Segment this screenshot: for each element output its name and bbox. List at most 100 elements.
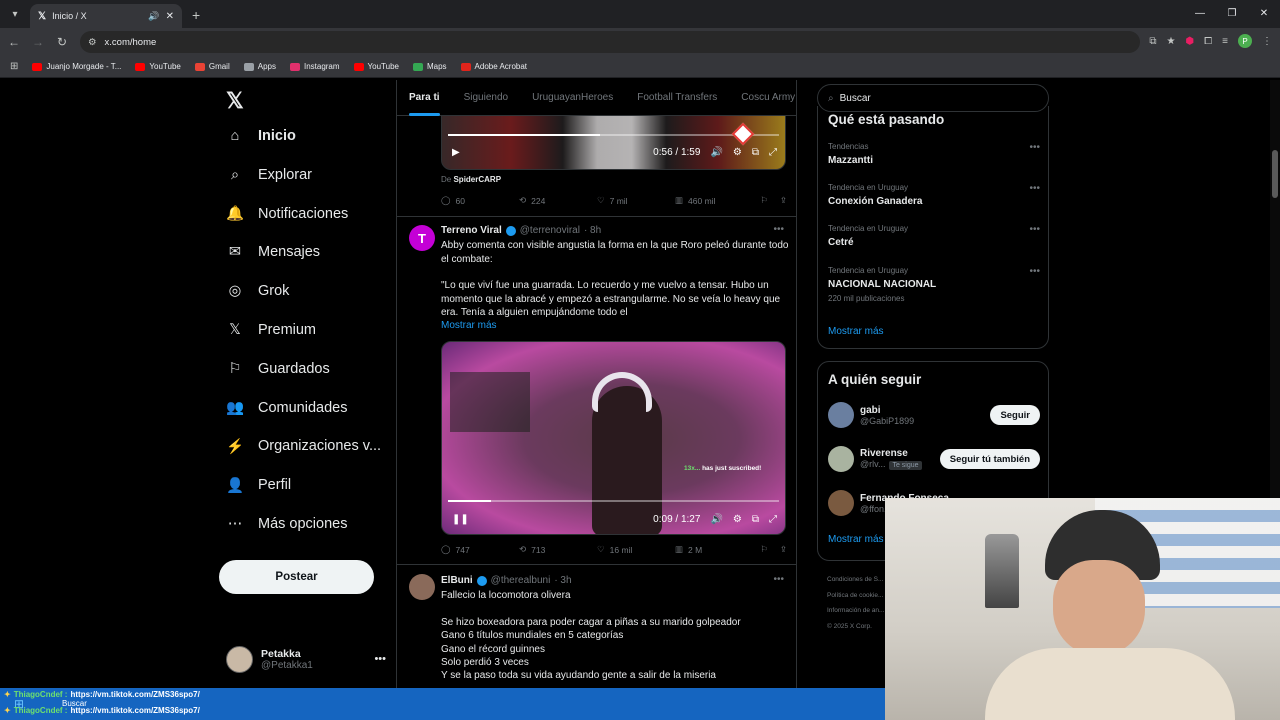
nav-item-explorar[interactable]: ⌕ Explorar (226, 166, 312, 184)
site-info-icon[interactable]: ⚙ (88, 37, 97, 48)
apps-grid-icon[interactable]: ⊞ (10, 61, 18, 72)
speaker-icon[interactable]: 🔊 (148, 11, 159, 22)
author-handle[interactable]: @therealbuni (491, 575, 551, 586)
fullscreen-icon[interactable]: ⤢ (769, 514, 777, 525)
bookmark-item[interactable]: YouTube (135, 62, 181, 71)
timeline-tab[interactable]: UruguayanHeroes (520, 80, 625, 116)
scrollbar-thumb[interactable] (1272, 150, 1278, 198)
new-tab-button[interactable]: + (192, 7, 200, 23)
more-dots-icon[interactable]: ••• (374, 653, 386, 665)
x-logo-icon[interactable]: 𝕏 (226, 88, 244, 114)
tab-search-icon[interactable]: ▾ (4, 3, 26, 25)
forward-icon[interactable]: → (26, 35, 50, 49)
trend-item[interactable]: Tendencia en Uruguay Cetré ••• (828, 224, 1040, 248)
tab-close-icon[interactable]: ✕ (166, 11, 174, 22)
bookmark-item[interactable]: Adobe Acrobat (460, 62, 527, 71)
nav-item-organizaciones-v-[interactable]: ⚡ Organizaciones v... (226, 437, 381, 455)
restore-icon[interactable]: ❐ (1216, 0, 1248, 26)
back-icon[interactable]: ← (2, 35, 26, 49)
author-handle[interactable]: @terrenoviral (520, 225, 580, 236)
install-app-icon[interactable]: ⧉ (1149, 36, 1156, 47)
media-control-icon[interactable]: ≡ (1222, 36, 1228, 47)
trend-item[interactable]: Tendencia en Uruguay Conexión Ganadera ••• (828, 183, 1040, 207)
attribution-user[interactable]: SpiderCARP (453, 175, 501, 184)
like-button[interactable]: ♡ 16 mil (597, 544, 675, 555)
views-button[interactable]: ▥ 460 mil (675, 195, 753, 206)
pip-icon[interactable]: ⧉ (752, 514, 759, 525)
bookmark-item[interactable]: Maps (412, 62, 447, 71)
video-progress-bar[interactable] (448, 500, 779, 502)
minimize-icon[interactable]: — (1184, 0, 1216, 26)
trend-more-icon[interactable]: ••• (1029, 266, 1040, 277)
window-close-icon[interactable]: ✕ (1248, 0, 1280, 26)
footer-link[interactable]: Condiciones de S... (827, 572, 883, 588)
timeline-tab[interactable]: Para ti (397, 80, 452, 116)
bookmark-icon[interactable]: ⚐ (760, 195, 768, 206)
show-more-link[interactable]: Mostrar más (441, 319, 497, 333)
extension-shield-icon[interactable]: ⬢ (1185, 36, 1194, 47)
follow-button[interactable]: Seguir (990, 405, 1040, 425)
follow-suggestion[interactable]: Riverense @rlv... Te sigue Seguir tú tambié… (828, 446, 1040, 472)
author-name[interactable]: ElBuni (441, 575, 473, 586)
nav-item-comunidades[interactable]: 👥 Comunidades (226, 399, 348, 417)
share-icon[interactable]: ⇪ (780, 195, 787, 206)
follow-button[interactable]: Seguir tú también (939, 449, 1040, 469)
trend-item[interactable]: Tendencia en Uruguay NACIONAL NACIONAL 220… (828, 266, 1040, 303)
bookmark-item[interactable]: Apps (243, 62, 276, 71)
extensions-icon[interactable]: ⧠ (1204, 36, 1212, 47)
settings-icon[interactable]: ⚙ (733, 514, 742, 525)
reply-button[interactable]: ◯ 747 (441, 544, 519, 555)
nav-item-mensajes[interactable]: ✉ Mensajes (226, 243, 320, 261)
avatar[interactable]: T (409, 225, 435, 251)
show-more-link[interactable]: Mostrar más (828, 326, 884, 337)
profile-avatar[interactable]: P (1238, 34, 1252, 48)
bookmark-item[interactable]: Instagram (289, 62, 340, 71)
nav-item-grok[interactable]: ◎ Grok (226, 282, 290, 300)
like-button[interactable]: ♡ 7 mil (597, 195, 675, 206)
nav-item-inicio[interactable]: ⌂ Inicio (226, 127, 296, 145)
views-button[interactable]: ▥ 2 M (675, 544, 753, 555)
nav-item-notificaciones[interactable]: 🔔 Notificaciones (226, 205, 348, 223)
star-icon[interactable]: ★ (1166, 36, 1175, 47)
footer-link[interactable]: Información de an... (827, 603, 884, 619)
author-name[interactable]: Terreno Viral (441, 225, 502, 236)
nav-item-premium[interactable]: 𝕏 Premium (226, 321, 316, 339)
footer-link[interactable]: © 2025 X Corp. (827, 619, 872, 635)
fullscreen-icon[interactable]: ⤢ (769, 147, 777, 158)
volume-icon[interactable]: 🔊 (710, 147, 722, 158)
bookmark-icon[interactable]: ⚐ (760, 544, 768, 555)
bookmark-item[interactable]: Juanjo Morgade - T... (32, 62, 121, 71)
avatar[interactable] (409, 574, 435, 600)
address-bar[interactable]: ⚙ x.com/home (80, 31, 1140, 53)
trend-more-icon[interactable]: ••• (1029, 183, 1040, 194)
volume-icon[interactable]: 🔊 (710, 514, 722, 525)
bookmark-item[interactable]: YouTube (353, 62, 399, 71)
browser-tab[interactable]: 𝕏 Inicio / X 🔊 ✕ (30, 4, 182, 28)
nav-item-más-opciones[interactable]: ⋯ Más opciones (226, 515, 348, 533)
play-icon[interactable]: ▶ (452, 147, 460, 158)
browser-menu-icon[interactable]: ⋮ (1262, 36, 1272, 47)
settings-icon[interactable]: ⚙ (733, 147, 742, 158)
post-more-icon[interactable]: ••• (773, 224, 784, 235)
show-more-link[interactable]: Mostrar más (828, 534, 884, 545)
post-more-icon[interactable]: ••• (773, 574, 784, 585)
reply-button[interactable]: ◯ 60 (441, 195, 519, 206)
account-switcher[interactable]: Petakka @Petakka1 ••• (226, 642, 386, 676)
reload-icon[interactable]: ↻ (50, 35, 74, 49)
retweet-button[interactable]: ⟲ 713 (519, 544, 597, 555)
footer-link[interactable]: Política de cookie... (827, 588, 883, 604)
share-icon[interactable]: ⇪ (780, 544, 787, 555)
post-button[interactable]: Postear (219, 560, 374, 594)
video-player[interactable]: 13x... has just suscribed! ❚❚ 0:09 / 1:2… (441, 341, 786, 535)
timeline-tab[interactable]: Coscu Army (729, 80, 796, 116)
pause-icon[interactable]: ❚❚ (452, 514, 469, 525)
follow-suggestion[interactable]: gabi @GabiP1899 Seguir (828, 402, 1040, 428)
post-time[interactable]: · 8h (584, 225, 601, 236)
trend-more-icon[interactable]: ••• (1029, 142, 1040, 153)
bookmark-item[interactable]: Gmail (194, 62, 230, 71)
timeline-tab[interactable]: Siguiendo (452, 80, 520, 116)
trend-more-icon[interactable]: ••• (1029, 224, 1040, 235)
timeline-tab[interactable]: Football Transfers (625, 80, 729, 116)
post-time[interactable]: · 3h (554, 575, 571, 586)
video-progress-bar[interactable] (448, 134, 779, 136)
